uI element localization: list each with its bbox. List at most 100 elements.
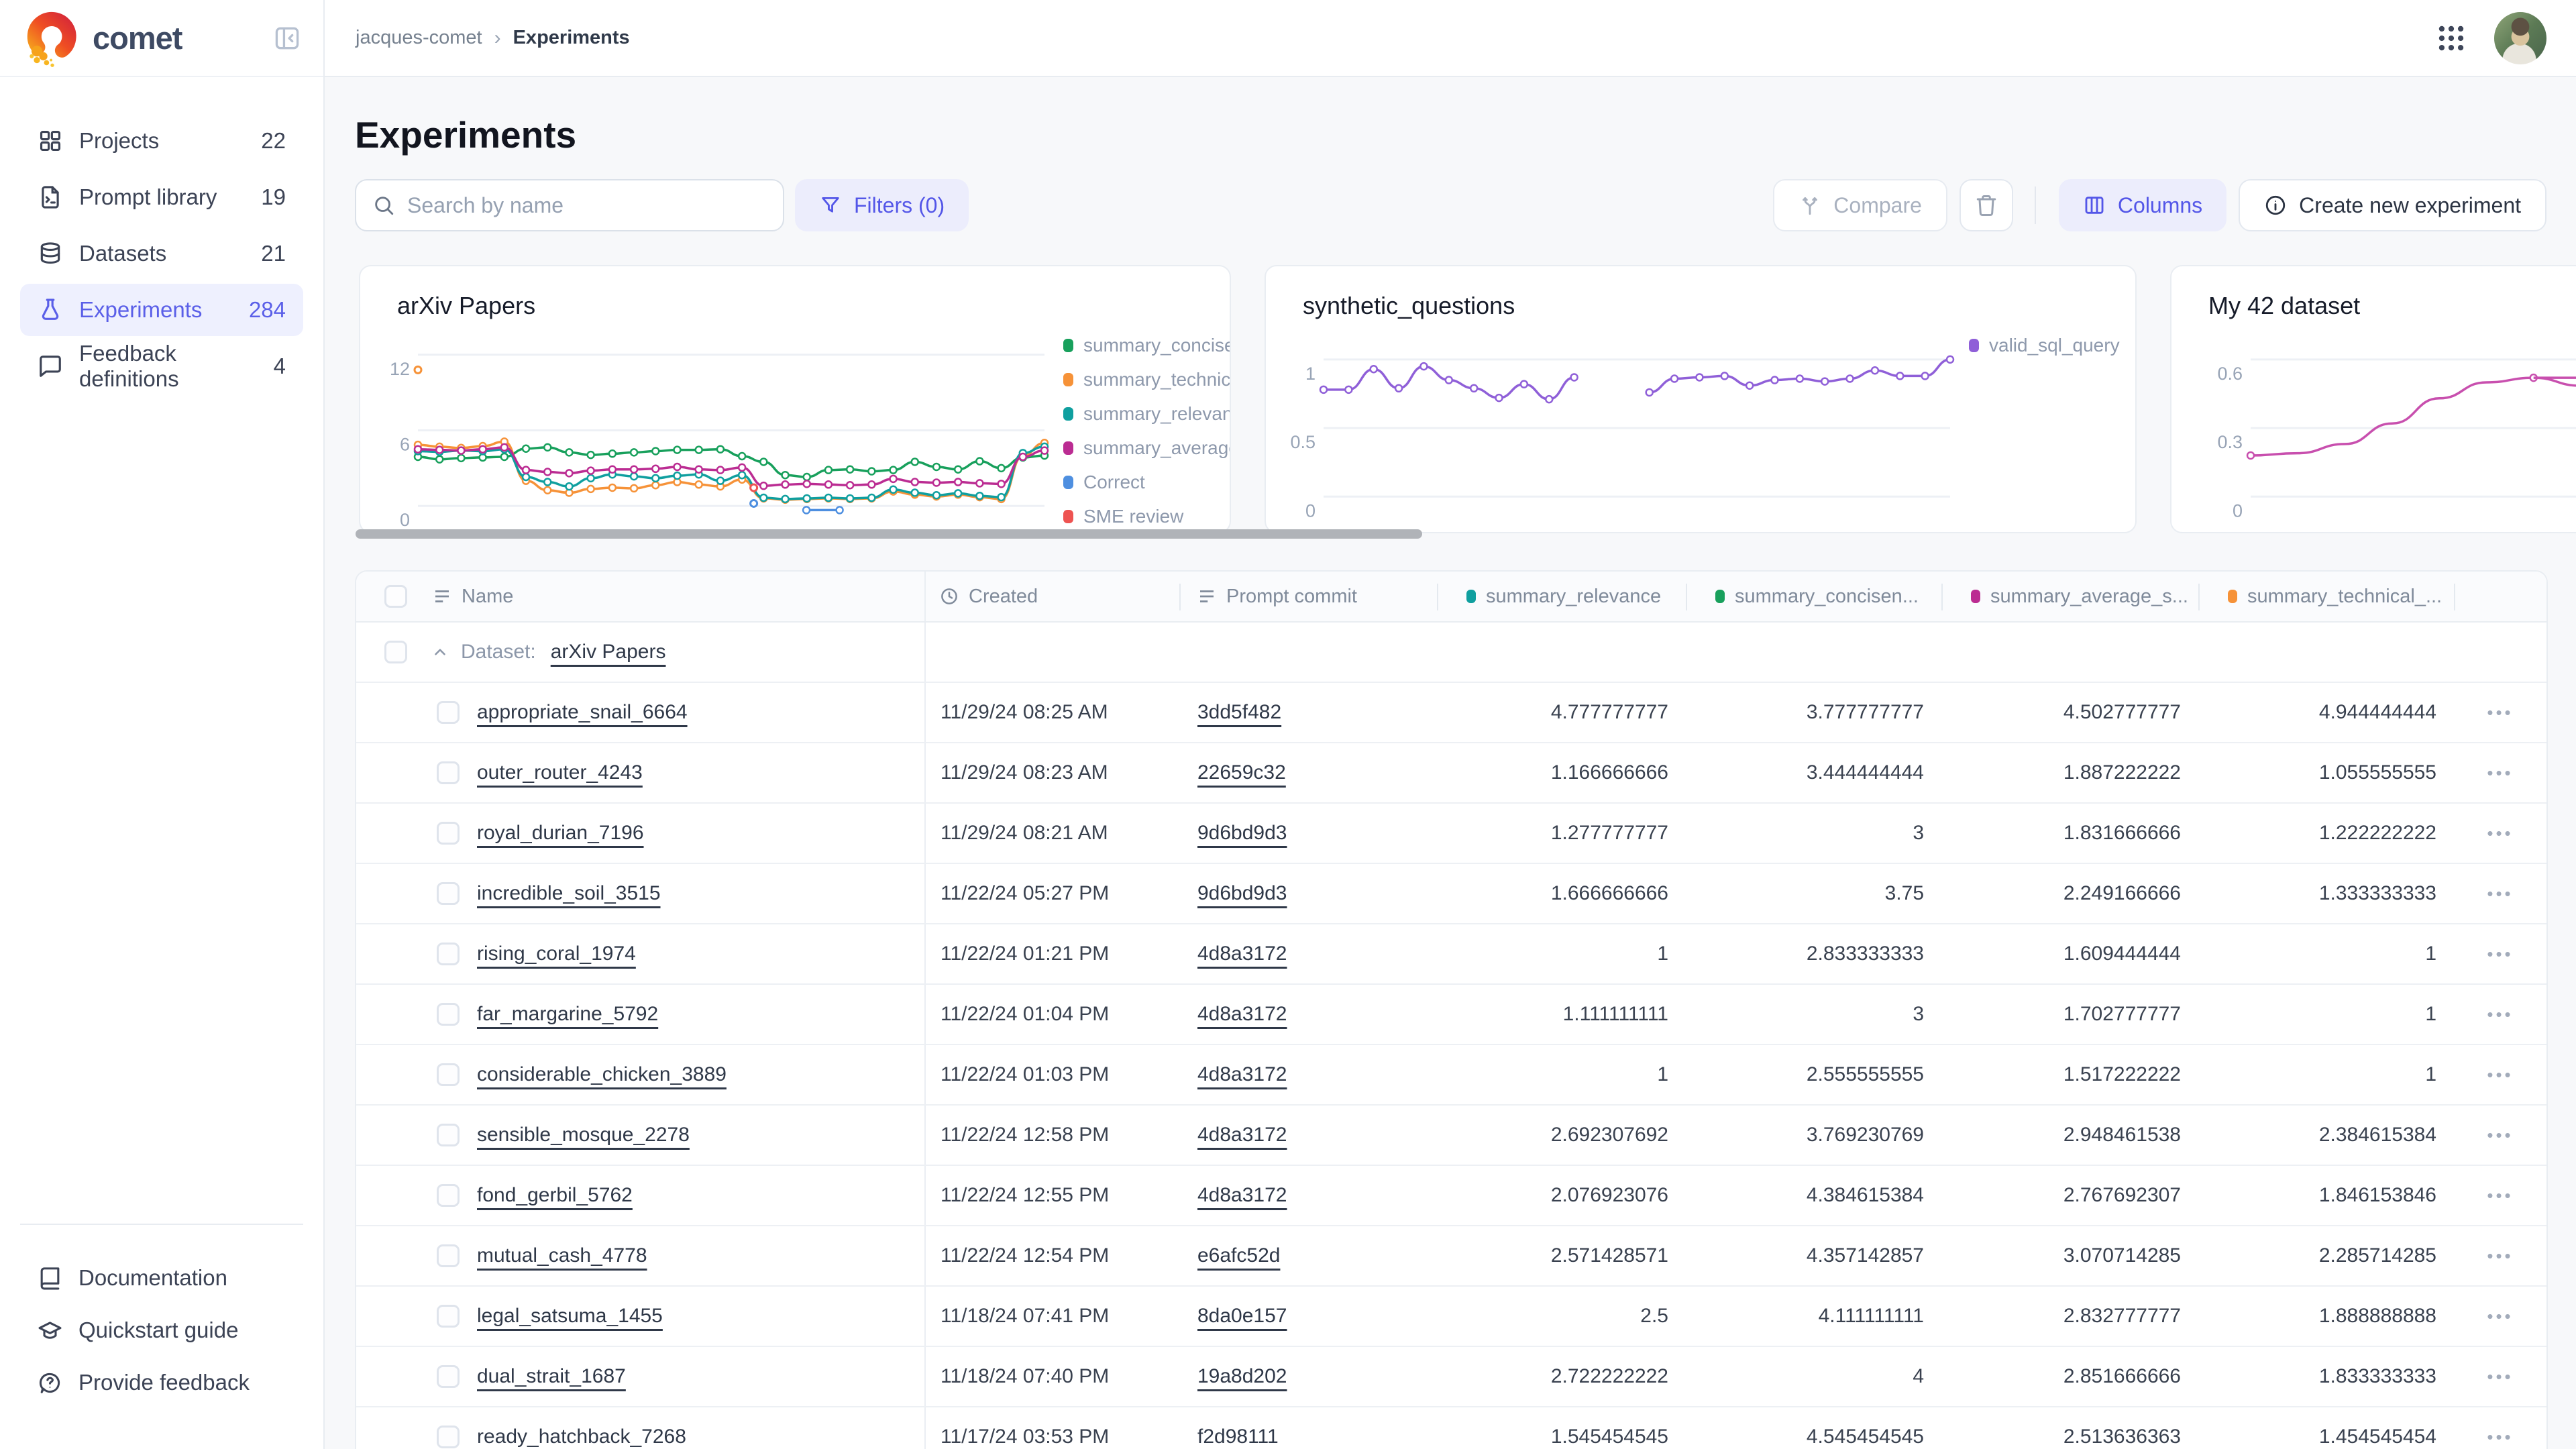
sidebar-item-count: 19	[261, 184, 286, 210]
sidebar-item-prompt-library[interactable]: Prompt library 19	[20, 171, 303, 223]
prompt-commit-link[interactable]: 4d8a3172	[1197, 1063, 1287, 1086]
columns-button[interactable]: Columns	[2059, 179, 2226, 231]
column-header-summary-technical-accuracy[interactable]: summary_technical_...	[2198, 572, 2454, 621]
row-checkbox[interactable]	[437, 943, 460, 965]
cards-horizontal-scrollbar[interactable]	[356, 529, 1422, 539]
row-menu-button[interactable]: •••	[2487, 763, 2513, 784]
column-header-name[interactable]: Name	[356, 572, 926, 621]
row-checkbox[interactable]	[437, 1244, 460, 1267]
prompt-commit-link[interactable]: e6afc52d	[1197, 1244, 1280, 1267]
search-input[interactable]	[407, 193, 767, 218]
apps-grid-icon[interactable]	[2434, 21, 2469, 56]
experiment-name-link[interactable]: ready_hatchback_7268	[477, 1426, 686, 1448]
delete-button[interactable]	[1960, 179, 2013, 231]
row-checkbox[interactable]	[437, 1426, 460, 1448]
prompt-commit-link[interactable]: 4d8a3172	[1197, 943, 1287, 965]
experiment-name-link[interactable]: sensible_mosque_2278	[477, 1124, 690, 1146]
svg-text:0: 0	[1305, 500, 1316, 521]
row-checkbox[interactable]	[437, 761, 460, 784]
column-header-prompt-commit[interactable]: Prompt commit	[1179, 572, 1437, 621]
row-checkbox[interactable]	[437, 1305, 460, 1328]
row-menu-button[interactable]: •••	[2487, 1306, 2513, 1327]
row-menu-button[interactable]: •••	[2487, 1246, 2513, 1267]
row-menu-button[interactable]: •••	[2487, 1125, 2513, 1146]
legend-item[interactable]: Correct	[1063, 472, 1224, 493]
prompt-commit-link[interactable]: 3dd5f482	[1197, 701, 1281, 724]
row-menu-button[interactable]: •••	[2487, 1366, 2513, 1387]
prompt-commit-link[interactable]: 4d8a3172	[1197, 1184, 1287, 1207]
logo-wordmark: comet	[93, 19, 182, 56]
created-cell: 11/22/24 12:54 PM	[926, 1226, 1179, 1285]
row-menu-button[interactable]: •••	[2487, 1427, 2513, 1448]
sidebar-item-documentation[interactable]: Documentation	[20, 1252, 303, 1304]
row-checkbox[interactable]	[437, 882, 460, 905]
column-header-summary-average-score[interactable]: summary_average_s...	[1941, 572, 2198, 621]
prompt-commit-link[interactable]: 9d6bd9d3	[1197, 882, 1287, 905]
prompt-commit-link[interactable]: 4d8a3172	[1197, 1003, 1287, 1026]
experiment-name-link[interactable]: far_margarine_5792	[477, 1003, 658, 1026]
row-checkbox[interactable]	[437, 1063, 460, 1086]
row-menu-button[interactable]: •••	[2487, 944, 2513, 965]
dataset-link[interactable]: arXiv Papers	[551, 641, 666, 663]
metric-value-cell: 2.555555555	[1686, 1045, 1941, 1104]
experiment-row: sensible_mosque_227811/22/24 12:58 PM4d8…	[356, 1106, 2546, 1166]
column-header-summary-conciseness[interactable]: summary_concisen...	[1686, 572, 1941, 621]
experiment-name-link[interactable]: incredible_soil_3515	[477, 882, 661, 905]
sidebar-item-label: Feedback definitions	[79, 341, 274, 392]
prompt-commit-link[interactable]: 9d6bd9d3	[1197, 822, 1287, 845]
row-menu-button[interactable]: •••	[2487, 883, 2513, 904]
experiment-name-link[interactable]: fond_gerbil_5762	[477, 1184, 633, 1207]
group-checkbox[interactable]	[384, 641, 407, 663]
column-header-summary-relevance[interactable]: summary_relevance	[1437, 572, 1686, 621]
filters-button[interactable]: Filters (0)	[795, 179, 969, 231]
experiment-name-link[interactable]: royal_durian_7196	[477, 822, 644, 845]
legend-item[interactable]: valid_sql_query	[1969, 335, 2130, 356]
sidebar-item-provide-feedback[interactable]: Provide feedback	[20, 1356, 303, 1409]
footer-item-label: Documentation	[78, 1265, 227, 1291]
prompt-commit-link[interactable]: 22659c32	[1197, 761, 1286, 784]
row-menu-button[interactable]: •••	[2487, 823, 2513, 844]
metric-value-cell: 3.070714285	[1941, 1226, 2198, 1285]
legend-item[interactable]: SME review	[1063, 506, 1224, 527]
compare-button[interactable]: Compare	[1773, 179, 1947, 231]
chevron-up-icon[interactable]	[431, 643, 449, 661]
legend-item[interactable]: summary_relevance	[1063, 403, 1224, 425]
row-checkbox[interactable]	[437, 1184, 460, 1207]
experiment-name-link[interactable]: mutual_cash_4778	[477, 1244, 647, 1267]
sidebar-item-feedback-definitions[interactable]: Feedback definitions 4	[20, 340, 303, 392]
row-menu-button[interactable]: •••	[2487, 702, 2513, 723]
metric-value-cell: 2.571428571	[1437, 1226, 1686, 1285]
legend-item[interactable]: summary_conciseness	[1063, 335, 1224, 356]
prompt-commit-link[interactable]: f2d98111	[1197, 1426, 1279, 1448]
sidebar-item-datasets[interactable]: Datasets 21	[20, 227, 303, 280]
row-checkbox[interactable]	[437, 1003, 460, 1026]
legend-item[interactable]: summary_technical_accur...	[1063, 369, 1224, 390]
create-new-experiment-button[interactable]: Create new experiment	[2239, 179, 2546, 231]
experiment-name-link[interactable]: appropriate_snail_6664	[477, 701, 688, 724]
sidebar-item-projects[interactable]: Projects 22	[20, 115, 303, 167]
prompt-commit-link[interactable]: 19a8d202	[1197, 1365, 1287, 1388]
row-menu-button[interactable]: •••	[2487, 1065, 2513, 1085]
user-avatar[interactable]	[2494, 12, 2546, 64]
legend-item[interactable]: summary_average_score	[1063, 437, 1224, 459]
experiment-name-link[interactable]: legal_satsuma_1455	[477, 1305, 663, 1328]
row-checkbox[interactable]	[437, 701, 460, 724]
experiment-name-link[interactable]: outer_router_4243	[477, 761, 643, 784]
row-checkbox[interactable]	[437, 822, 460, 845]
experiment-name-link[interactable]: rising_coral_1974	[477, 943, 636, 965]
experiment-name-link[interactable]: dual_strait_1687	[477, 1365, 626, 1388]
experiment-name-link[interactable]: considerable_chicken_3889	[477, 1063, 727, 1086]
select-all-checkbox[interactable]	[384, 585, 407, 608]
row-checkbox[interactable]	[437, 1365, 460, 1388]
sidebar-item-experiments[interactable]: Experiments 284	[20, 284, 303, 336]
sidebar-item-quickstart-guide[interactable]: Quickstart guide	[20, 1304, 303, 1356]
sidebar-collapse-icon[interactable]	[272, 23, 302, 53]
svg-text:6: 6	[400, 435, 410, 455]
row-menu-button[interactable]: •••	[2487, 1004, 2513, 1025]
prompt-commit-link[interactable]: 8da0e157	[1197, 1305, 1287, 1328]
breadcrumb-project[interactable]: jacques-comet	[356, 27, 482, 49]
row-checkbox[interactable]	[437, 1124, 460, 1146]
column-header-created[interactable]: Created	[926, 572, 1179, 621]
row-menu-button[interactable]: •••	[2487, 1185, 2513, 1206]
prompt-commit-link[interactable]: 4d8a3172	[1197, 1124, 1287, 1146]
